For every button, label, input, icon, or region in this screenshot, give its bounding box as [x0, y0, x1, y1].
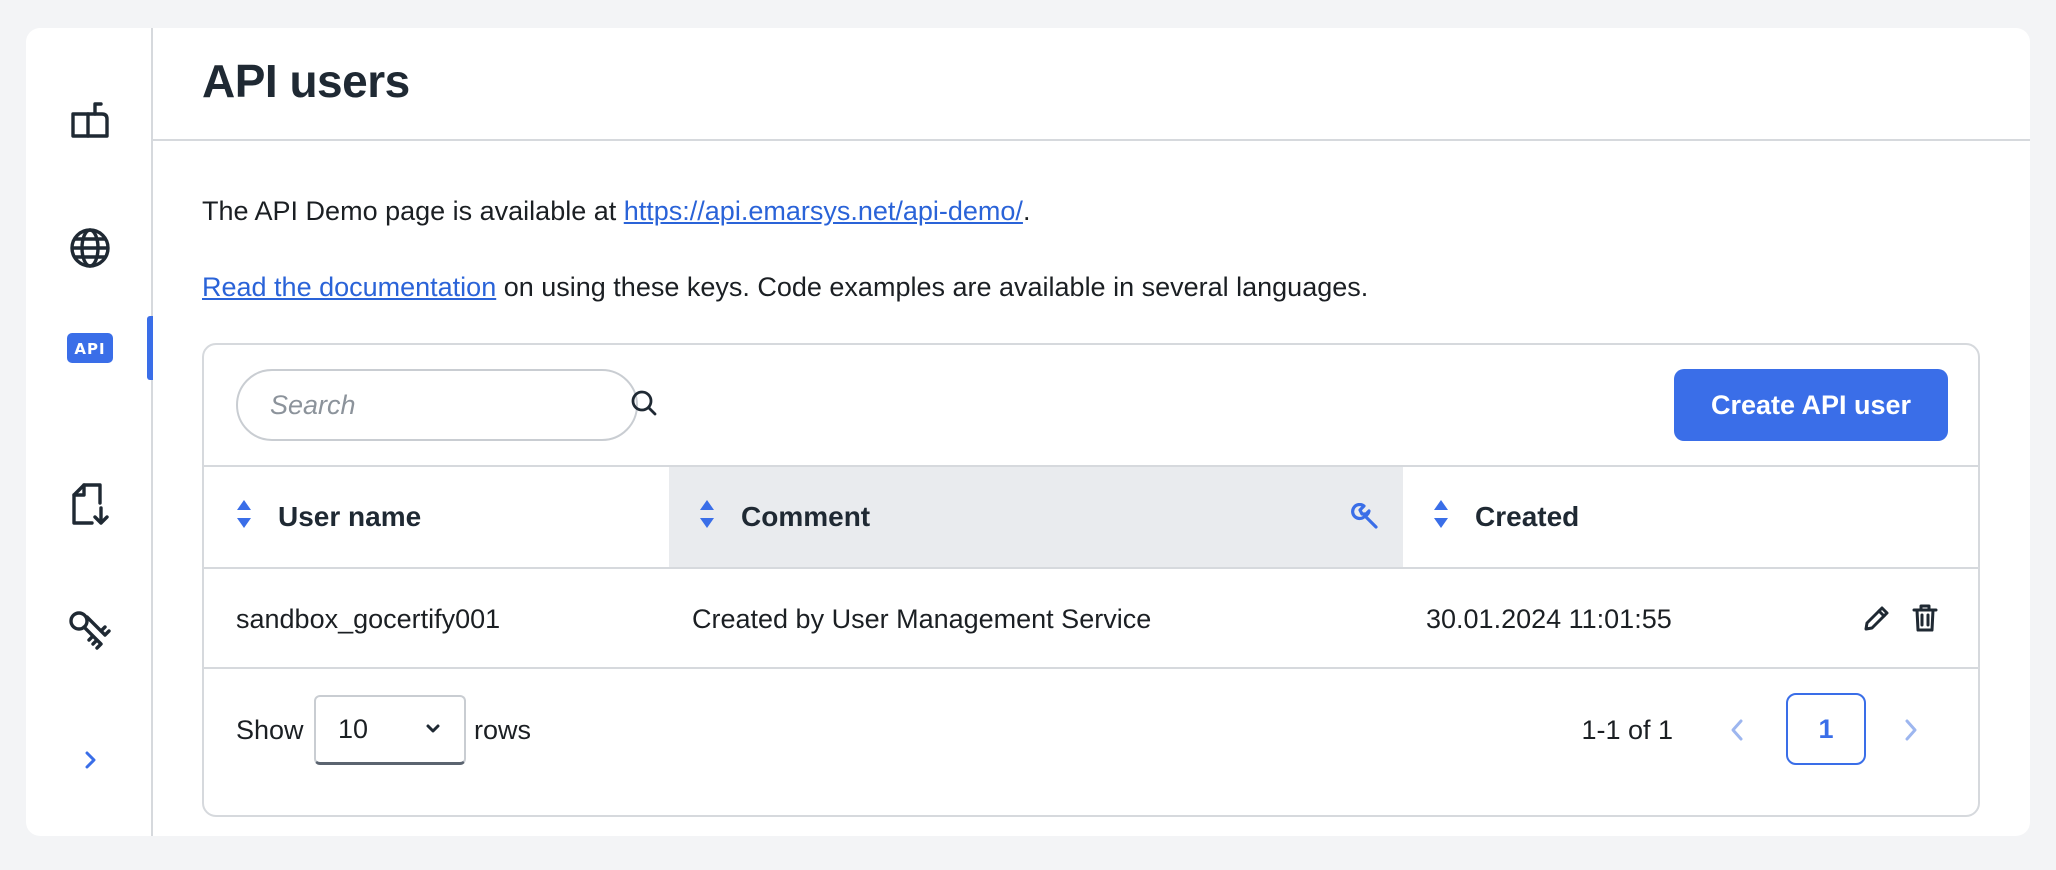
show-label: Show — [236, 714, 304, 745]
current-page-button[interactable]: 1 — [1786, 693, 1866, 765]
search-input[interactable] — [270, 389, 629, 421]
chevron-left-icon — [1731, 719, 1743, 741]
sort-icon — [1433, 499, 1449, 536]
sidebar-item-keys[interactable] — [26, 590, 153, 674]
sidebar-active-indicator — [147, 316, 153, 380]
column-header-label: User name — [278, 501, 422, 532]
column-header-comment[interactable]: Comment — [669, 467, 1403, 567]
column-header-label: Comment — [741, 501, 871, 532]
table-row: sandbox_gocertify001 Created by User Man… — [204, 569, 1978, 669]
api-icon: API — [66, 333, 113, 363]
rows-label: rows — [474, 714, 532, 745]
mailbox-icon — [68, 98, 112, 142]
cell-created: 30.01.2024 11:01:55 — [1426, 603, 1672, 634]
file-download-icon — [68, 481, 112, 527]
sidebar-item-globe[interactable] — [26, 206, 153, 290]
table-toolbar: Create API user — [204, 345, 1978, 467]
api-demo-prefix: The API Demo page is available at — [202, 196, 624, 226]
globe-icon — [68, 226, 112, 270]
api-demo-info: The API Demo page is available at https:… — [202, 196, 1030, 227]
main-card: API API users The API Demo page is avail… — [26, 28, 2030, 836]
create-api-user-button[interactable]: Create API user — [1674, 369, 1948, 441]
column-header-created[interactable]: Created — [1403, 467, 1978, 567]
previous-page-button[interactable] — [1726, 716, 1750, 749]
documentation-link[interactable]: Read the documentation — [202, 272, 496, 302]
edit-icon[interactable] — [1862, 603, 1892, 640]
documentation-suffix: on using these keys. Code examples are a… — [496, 272, 1369, 302]
api-demo-link[interactable]: https://api.emarsys.net/api-demo/ — [624, 196, 1023, 226]
sort-icon — [236, 499, 252, 536]
search-box — [236, 369, 657, 441]
chevron-down-icon — [424, 714, 442, 745]
sidebar-expand-button[interactable] — [26, 718, 153, 802]
sidebar-item-api[interactable]: API — [26, 306, 153, 390]
api-users-table: Create API user User name Comment — [202, 343, 1980, 817]
column-header-label: Created — [1475, 501, 1580, 532]
search-icon[interactable] — [629, 388, 659, 423]
column-header-user-name[interactable]: User name — [204, 467, 669, 567]
next-page-button[interactable] — [1898, 716, 1922, 749]
table-footer: Show 10 rows 1-1 of 1 1 — [204, 669, 1978, 791]
pagination-range: 1-1 of 1 — [1581, 714, 1673, 745]
sidebar: API — [26, 28, 153, 836]
table-header: User name Comment Created — [204, 467, 1978, 569]
sidebar-item-file-download[interactable] — [26, 462, 153, 546]
cell-user-name: sandbox_gocertify001 — [236, 603, 501, 634]
sort-icon — [699, 499, 715, 536]
rows-per-page-select[interactable]: 10 — [314, 695, 466, 765]
sidebar-item-mailbox[interactable] — [26, 78, 153, 162]
page-header: API users — [153, 28, 2030, 141]
rows-per-page-value: 10 — [338, 714, 369, 744]
wrench-icon[interactable] — [1351, 502, 1379, 538]
svg-text:API: API — [74, 340, 105, 358]
chevron-right-icon — [78, 748, 102, 772]
page-title: API users — [202, 55, 410, 107]
cell-comment: Created by User Management Service — [692, 603, 1152, 634]
chevron-right-icon — [1905, 719, 1917, 741]
api-demo-suffix: . — [1022, 196, 1031, 226]
keys-icon — [67, 609, 113, 655]
documentation-info: Read the documentation on using these ke… — [202, 272, 1368, 303]
delete-icon[interactable] — [1912, 603, 1938, 640]
